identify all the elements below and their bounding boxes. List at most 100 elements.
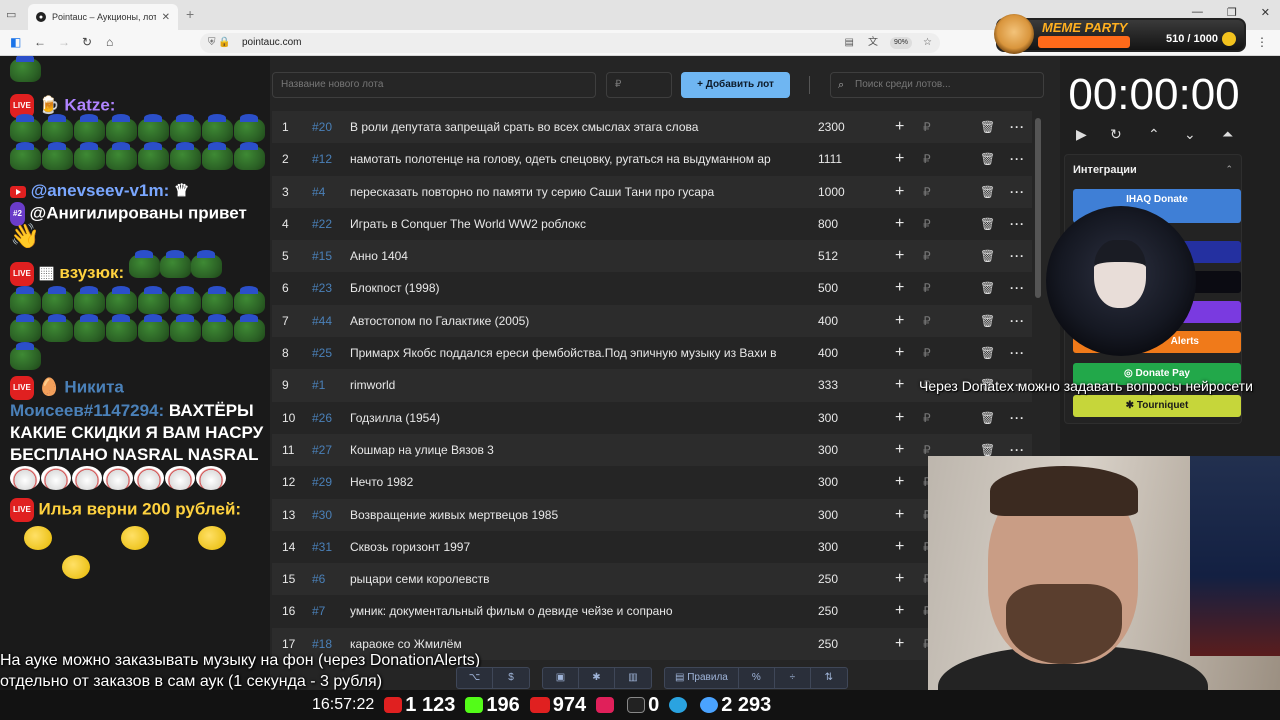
lot-menu-icon[interactable]: ···	[1010, 176, 1025, 208]
lot-row[interactable]: 5 #15 Анно 1404 512 + ₽ 🗑 ···	[272, 240, 1032, 273]
lot-row[interactable]: 14#31Сквозь горизонт 1997300+₽🗑···	[272, 531, 1032, 563]
lot-row[interactable]: 11 #27 Кошмар на улице Вязов 3 300 + ₽ 🗑 ···	[272, 433, 1032, 467]
lot-amount[interactable]: 250	[818, 628, 838, 660]
delete-lot-icon[interactable]: 🗑	[980, 272, 995, 304]
add-amount-icon[interactable]: +	[895, 111, 904, 143]
lot-amount[interactable]: 1000	[818, 176, 845, 208]
collapse-chevron-icon[interactable]: ⌃	[1225, 164, 1233, 175]
lot-menu-icon[interactable]: ···	[1010, 402, 1025, 434]
sort-icon[interactable]: ⇅	[811, 668, 847, 688]
lot-name[interactable]: rimworld	[350, 369, 795, 401]
reset-timer-icon[interactable]: ↻	[1110, 126, 1122, 143]
add-amount-icon[interactable]: +	[895, 143, 904, 175]
reader-view-icon[interactable]: ▤	[845, 33, 854, 53]
lot-name[interactable]: Играть в Conquer The World WW2 роблокс	[350, 208, 795, 240]
back-icon[interactable]: ←	[34, 35, 46, 49]
lot-row[interactable]: 12#29Нечто 1982300+₽🗑···	[272, 466, 1032, 498]
lot-row[interactable]: 2 #12 намотать полотенце на голову, одеть …	[272, 143, 1032, 175]
lot-name[interactable]: рыцари семи королевств	[350, 563, 795, 595]
add-amount-icon[interactable]: +	[895, 305, 904, 337]
add-amount-icon[interactable]: +	[895, 563, 904, 595]
lot-row[interactable]: 3 #4 пересказать повторно по памяти ту сер…	[272, 175, 1032, 208]
tracking-shield-icon[interactable]: ⛨ 🔒	[208, 33, 231, 53]
tourniquet-button[interactable]: ✱ Tourniquet	[1073, 395, 1241, 417]
lot-menu-icon[interactable]: ···	[1010, 111, 1025, 143]
lot-row[interactable]: 10 #26 Годзилла (1954) 300 + ₽ 🗑 ···	[272, 402, 1032, 434]
lot-amount[interactable]: 400	[818, 305, 838, 337]
rub-input[interactable]: ₽	[923, 305, 931, 337]
forward-icon[interactable]: →	[58, 35, 70, 49]
lot-menu-icon[interactable]: ···	[1010, 143, 1025, 175]
clear-list-icon[interactable]: ▥	[615, 668, 651, 688]
add-amount-icon[interactable]: +	[895, 208, 904, 240]
lot-amount[interactable]: 800	[818, 208, 838, 240]
lot-menu-icon[interactable]: ···	[1010, 272, 1025, 304]
lot-row[interactable]: 13 #30 Возвращение живых мертвецов 1985 300…	[272, 498, 1032, 531]
close-tab-icon[interactable]: ✕	[162, 12, 170, 23]
delete-lot-icon[interactable]: 🗑	[980, 143, 995, 175]
lot-menu-icon[interactable]: ···	[1010, 305, 1025, 337]
lot-row[interactable]: 8 #25 Примарх Якобс поддался ереси фембойс…	[272, 337, 1032, 369]
lot-name[interactable]: В роли депутата запрещай срать во всех с…	[350, 111, 795, 143]
rub-input[interactable]: ₽	[923, 337, 931, 369]
delete-lot-icon[interactable]: 🗑	[980, 176, 995, 208]
translate-icon[interactable]: 文	[868, 33, 878, 53]
lot-amount[interactable]: 300	[818, 499, 838, 531]
github-icon[interactable]: ⌥	[457, 668, 493, 688]
lot-amount[interactable]: 2300	[818, 111, 845, 143]
lot-name[interactable]: Возвращение живых мертвецов 1985	[350, 499, 795, 531]
divide-icon[interactable]: ÷	[775, 668, 811, 688]
add-amount-icon[interactable]: +	[895, 369, 904, 401]
lot-name[interactable]: Годзилла (1954)	[350, 402, 795, 434]
lot-price-input[interactable]: ₽	[606, 72, 672, 98]
rub-input[interactable]: ₽	[923, 272, 931, 304]
lot-amount[interactable]: 300	[818, 434, 838, 466]
rub-input[interactable]: ₽	[923, 111, 931, 143]
lot-row[interactable]: 7 #44 Автостопом по Галактике (2005) 400 + ₽ 🗑…	[272, 304, 1032, 338]
lot-name[interactable]: Анно 1404	[350, 240, 795, 272]
lot-name[interactable]: Нечто 1982	[350, 466, 795, 498]
add-amount-icon[interactable]: +	[895, 272, 904, 304]
lot-amount[interactable]: 512	[818, 240, 838, 272]
lot-name[interactable]: Кошмар на улице Вязов 3	[350, 434, 795, 466]
add-amount-icon[interactable]: +	[895, 402, 904, 434]
lot-amount[interactable]: 500	[818, 272, 838, 304]
lot-amount[interactable]: 400	[818, 337, 838, 369]
percent-icon[interactable]: %	[739, 668, 775, 688]
add-lot-button[interactable]: + Добавить лот	[681, 72, 790, 98]
lot-name[interactable]: Примарх Якобс поддался ереси фембойства.…	[350, 337, 795, 369]
bug-icon[interactable]: ✱	[579, 668, 615, 688]
new-tab-icon[interactable]: +	[186, 6, 194, 22]
new-lot-input[interactable]: Название нового лота	[272, 72, 596, 98]
lot-amount[interactable]: 250	[818, 563, 838, 595]
delete-lot-icon[interactable]: 🗑	[980, 402, 995, 434]
add-amount-icon[interactable]: +	[895, 499, 904, 531]
play-icon[interactable]: ▶	[1076, 126, 1087, 143]
lot-name[interactable]: Сквозь горизонт 1997	[350, 531, 795, 563]
home-icon[interactable]: ⌂	[106, 35, 113, 49]
lot-row[interactable]: 9 #1 rimworld 333 + ₽ 🗑 ···	[272, 369, 1032, 402]
browser-menu-icon[interactable]: ⋮	[1256, 35, 1268, 49]
lot-row[interactable]: 6 #23 Блокпост (1998) 500 + ₽ 🗑 ···	[272, 272, 1032, 304]
add-amount-icon[interactable]: +	[895, 337, 904, 369]
lot-amount[interactable]: 333	[818, 369, 838, 401]
delete-lot-icon[interactable]: 🗑	[980, 240, 995, 272]
search-lots-input[interactable]: ⌕ Поиск среди лотов...	[830, 72, 1044, 98]
double-chevron-up-icon[interactable]: ⏶	[1222, 126, 1233, 143]
rub-input[interactable]: ₽	[923, 143, 931, 175]
lot-amount[interactable]: 1111	[818, 143, 842, 175]
zoom-level[interactable]: 90%	[889, 37, 912, 49]
sidebar-toggle-icon[interactable]: ◧	[10, 35, 21, 49]
close-window-icon[interactable]: ✕	[1261, 6, 1270, 19]
delete-lot-icon[interactable]: 🗑	[980, 305, 995, 337]
lot-name[interactable]: Автостопом по Галактике (2005)	[350, 305, 795, 337]
lot-name[interactable]: пересказать повторно по памяти ту серию …	[350, 176, 795, 208]
lot-amount[interactable]: 250	[818, 595, 838, 627]
lot-menu-icon[interactable]: ···	[1010, 337, 1025, 369]
rules-button[interactable]: ▤ Правила	[665, 668, 739, 688]
bookmark-star-icon[interactable]: ☆	[923, 33, 932, 53]
chevron-up-icon[interactable]: ⌃	[1148, 126, 1160, 143]
lot-amount[interactable]: 300	[818, 531, 838, 563]
add-amount-icon[interactable]: +	[895, 595, 904, 627]
lot-row[interactable]: 15#6рыцари семи королевств250+₽🗑···	[272, 563, 1032, 596]
